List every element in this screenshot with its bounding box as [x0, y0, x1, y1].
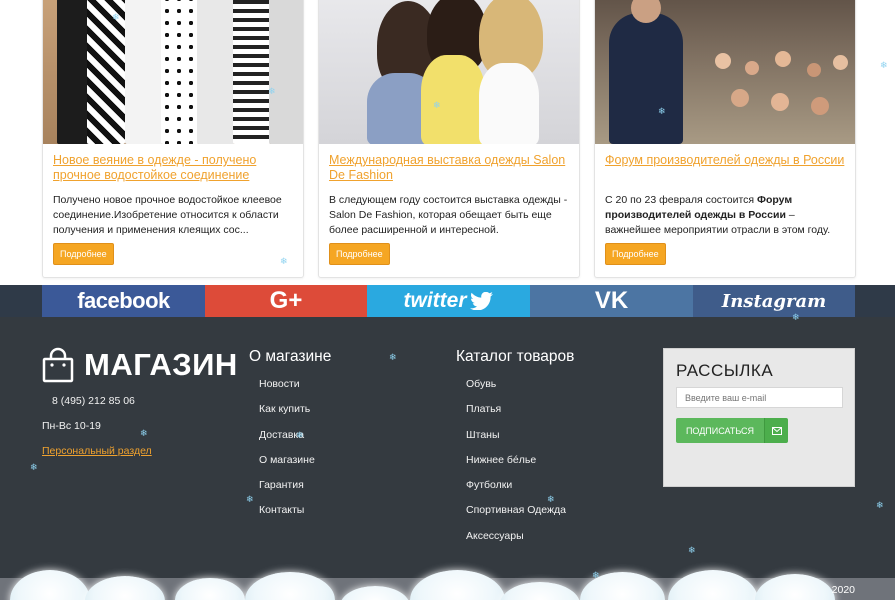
catalog-link-shoes[interactable]: Обувь [456, 378, 574, 403]
googleplus-button[interactable]: G+ [205, 285, 367, 317]
catalog-link-sportswear[interactable]: Спортивная Одежда [456, 504, 574, 529]
copyright-year: 2020 [831, 584, 855, 596]
catalog-heading: Каталог товаров [456, 348, 575, 365]
snowflake-icon: ❄ [268, 86, 276, 96]
snowflake-icon: ❄ [592, 570, 600, 580]
catalog-column: Каталог товаров Обувь Платья Штаны Нижне… [456, 348, 574, 555]
catalog-link-underwear[interactable]: Нижнее бéлье [456, 454, 574, 479]
social-bar: facebook G+ twitter VK Instagram [0, 285, 895, 317]
newsletter-title: РАССЫЛКА [676, 361, 774, 380]
news-excerpt: Получено новое прочное водостойкое клеев… [53, 194, 282, 236]
news-section: Новое веяние в одежде - получено прочное… [0, 0, 895, 285]
about-link-warranty[interactable]: Гарантия [249, 479, 331, 504]
about-link-how-to-buy[interactable]: Как купить [249, 403, 331, 428]
newsletter-box: РАССЫЛКА ПОДПИСАТЬСЯ [663, 348, 855, 487]
catalog-link-dresses[interactable]: Платья [456, 403, 574, 428]
news-title-link[interactable]: Международная выставка одежды Salon De F… [329, 153, 569, 186]
instagram-button[interactable]: Instagram [693, 285, 855, 317]
phone-number: 8 (495) 212 85 06 [52, 395, 135, 407]
twitter-label: twitter [403, 289, 467, 312]
snowflake-icon: ❄ [547, 494, 555, 504]
personal-section-link[interactable]: Персональный раздел [42, 445, 152, 457]
snowflake-icon: ❄ [140, 428, 148, 438]
snowflake-icon: ❄ [688, 545, 696, 555]
news-card-3: Форум производителей одежды в России С 2… [594, 0, 856, 278]
logo-text: МАГАЗИН [84, 347, 238, 382]
snowflake-icon: ❄ [280, 256, 288, 266]
snowflake-icon: ❄ [112, 12, 120, 22]
vk-button[interactable]: VK [530, 285, 693, 317]
catalog-link-accessories[interactable]: Аксессуары [456, 530, 574, 555]
subscribe-label: ПОДПИСАТЬСЯ [676, 418, 764, 443]
news-title-link[interactable]: Новое веяние в одежде - получено прочное… [53, 153, 293, 186]
snowflake-icon: ❄ [246, 494, 254, 504]
snowflake-icon: ❄ [876, 500, 884, 510]
about-link-about[interactable]: О магазине [249, 454, 331, 479]
snowflake-icon: ❄ [389, 352, 397, 362]
snowflake-icon: ❄ [296, 430, 304, 440]
catalog-link-tshirts[interactable]: Футболки [456, 479, 574, 504]
snowflake-icon: ❄ [658, 106, 666, 116]
snowflake-icon: ❄ [880, 60, 888, 70]
about-heading: О магазине [249, 348, 332, 365]
news-title-link[interactable]: Форум производителей одежды в России [605, 153, 845, 186]
catalog-link-pants[interactable]: Штаны [456, 429, 574, 454]
subscribe-button[interactable]: ПОДПИСАТЬСЯ [676, 418, 788, 443]
twitter-bird-icon [469, 292, 493, 310]
news-excerpt: С 20 по 23 февраля состоится Форум произ… [605, 194, 831, 236]
read-more-button[interactable]: Подробнее [605, 243, 666, 265]
about-link-contacts[interactable]: Контакты [249, 504, 331, 529]
news-excerpt: В следующем году состоится выставка одеж… [329, 194, 568, 236]
about-link-news[interactable]: Новости [249, 378, 331, 403]
news-image-clothes[interactable] [43, 0, 303, 144]
footer: МАГАЗИН 8 (495) 212 85 06 Пн-Вс 10-19 Пе… [0, 317, 895, 600]
snowflake-icon: ❄ [792, 312, 800, 322]
envelope-icon [764, 418, 788, 443]
read-more-button[interactable]: Подробнее [329, 243, 390, 265]
facebook-button[interactable]: facebook [42, 285, 205, 317]
snowflake-icon: ❄ [433, 100, 441, 110]
news-card-1: Новое веяние в одежде - получено прочное… [42, 0, 304, 278]
footer-logo[interactable]: МАГАЗИН [42, 347, 238, 383]
shopping-bag-icon [42, 347, 74, 383]
about-column: О магазине Новости Как купить Доставка О… [249, 348, 331, 530]
read-more-button[interactable]: Подробнее [53, 243, 114, 265]
news-card-2: Международная выставка одежды Salon De F… [318, 0, 580, 278]
working-hours: Пн-Вс 10-19 [42, 420, 101, 432]
about-link-delivery[interactable]: Доставка [249, 429, 331, 454]
twitter-button[interactable]: twitter [367, 285, 530, 317]
news-image-conference[interactable] [595, 0, 855, 144]
snowflake-icon: ❄ [30, 462, 38, 472]
email-input[interactable] [676, 387, 843, 408]
news-image-models[interactable] [319, 0, 579, 144]
